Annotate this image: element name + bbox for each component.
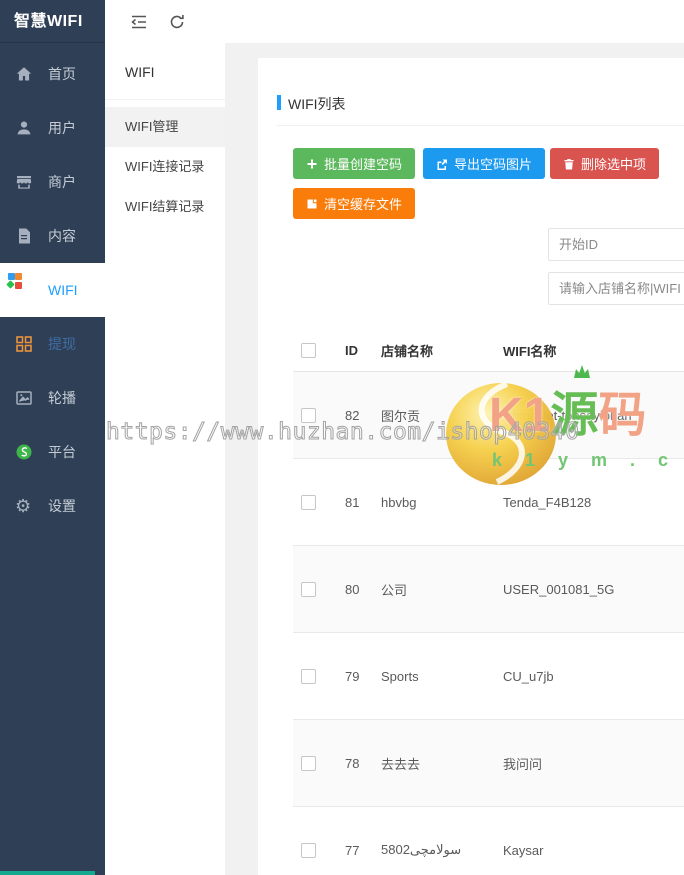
- row-shop-name: 公司: [381, 582, 408, 598]
- table-row: 80 公司 USER_001081_5G: [293, 546, 684, 633]
- column-header-id: ID: [345, 343, 358, 358]
- start-id-input[interactable]: [548, 228, 684, 261]
- sidebar-item-users[interactable]: 用户: [0, 101, 105, 155]
- export-images-button[interactable]: 导出空码图片: [423, 148, 546, 179]
- row-wifi-name: Tenda_F4B128: [503, 494, 592, 510]
- column-header-shop: 店铺名称: [381, 344, 434, 359]
- row-id: 81: [345, 494, 360, 510]
- submenu-item-wifi-connect-log[interactable]: WIFI连接记录: [105, 147, 225, 187]
- store-icon: [15, 173, 33, 191]
- column-header-wifi: WIFI名称: [503, 344, 557, 359]
- row-wifi-name: USER_001081_5G: [503, 581, 615, 597]
- document-icon: [15, 227, 33, 245]
- submenu-divider: [105, 99, 225, 100]
- sidebar: 智慧WIFI 首页 用户 商户 内容 WIFI 提现 轮播 平台 ⚙ 设置: [0, 0, 105, 875]
- table-row: 82 图尔贡 ChinaNet-tohsayiphan: [293, 372, 684, 459]
- row-id: 78: [345, 755, 360, 771]
- topbar: [105, 0, 684, 43]
- plus-icon: [307, 159, 317, 168]
- wifi-table: ID 店铺名称 WIFI名称 82 图尔贡 ChinaNet-tohsayiph…: [293, 330, 684, 875]
- sidebar-item-label: 首页: [48, 66, 76, 82]
- row-wifi-name: Kaysar: [503, 842, 544, 858]
- submenu-title: WIFI: [125, 64, 155, 80]
- title-divider: [277, 125, 684, 126]
- row-id: 77: [345, 842, 360, 858]
- table-row: 77 5802سولامچى Kaysar: [293, 807, 684, 875]
- sidebar-item-label: 平台: [48, 444, 76, 460]
- wifi-submenu: WIFI WIFI管理 WIFI连接记录 WIFI结算记录: [105, 0, 225, 875]
- sidebar-item-platform[interactable]: 平台: [0, 425, 105, 479]
- row-shop-name: hbvbg: [381, 494, 417, 510]
- row-checkbox[interactable]: [301, 842, 316, 858]
- shop-wifi-search-input[interactable]: [548, 272, 684, 305]
- row-id: 79: [345, 668, 360, 684]
- refresh-icon[interactable]: [167, 12, 187, 32]
- sidebar-item-content[interactable]: 内容: [0, 209, 105, 263]
- row-shop-name: 5802سولامچى: [381, 842, 462, 857]
- sidebar-item-label: 设置: [48, 498, 76, 514]
- select-all-checkbox[interactable]: [301, 343, 316, 358]
- delete-selected-button[interactable]: 删除选中项: [550, 148, 660, 179]
- row-checkbox[interactable]: [301, 407, 316, 423]
- sidebar-item-label: 内容: [48, 228, 76, 244]
- platform-icon: [15, 443, 33, 461]
- export-images-label: 导出空码图片: [454, 157, 533, 172]
- sidebar-item-label: WIFI: [48, 282, 78, 298]
- wifi-list-card: WIFI列表 批量创建空码 导出空码图片 删除选中项 清空缓存文件 ID 店铺名…: [258, 58, 684, 875]
- row-shop-name: 去去去: [381, 756, 421, 772]
- bottom-accent-strip: [0, 871, 95, 875]
- batch-create-button[interactable]: 批量创建空码: [293, 148, 416, 179]
- user-icon: [15, 119, 33, 137]
- table-header-row: ID 店铺名称 WIFI名称: [293, 330, 684, 372]
- sidebar-item-label: 轮播: [48, 390, 76, 406]
- settings-gear-icon: ⚙: [15, 496, 32, 516]
- row-wifi-name: 我问问: [503, 756, 543, 772]
- row-wifi-name: ChinaNet-tohsayiphan: [503, 407, 632, 423]
- row-checkbox[interactable]: [301, 668, 316, 684]
- row-checkbox[interactable]: [301, 494, 316, 510]
- sidebar-item-label: 商户: [48, 174, 76, 190]
- wifi-app-icon: [6, 273, 33, 299]
- clear-cache-icon: [307, 199, 317, 208]
- trash-icon: [564, 158, 574, 169]
- row-id: 82: [345, 407, 360, 423]
- sidebar-item-label: 用户: [48, 120, 76, 136]
- batch-create-label: 批量创建空码: [324, 157, 403, 172]
- export-icon: [437, 159, 447, 170]
- app-logo: 智慧WIFI: [0, 0, 105, 43]
- submenu-item-wifi-settle-log[interactable]: WIFI结算记录: [105, 187, 225, 227]
- row-shop-name: 图尔贡: [381, 408, 421, 424]
- submenu-item-wifi-manage[interactable]: WIFI管理: [105, 107, 225, 147]
- row-shop-name: Sports: [381, 668, 419, 684]
- clear-cache-button[interactable]: 清空缓存文件: [293, 188, 416, 219]
- sidebar-item-wifi[interactable]: WIFI: [0, 263, 105, 317]
- table-row: 78 去去去 我问问: [293, 720, 684, 807]
- sidebar-item-carousel[interactable]: 轮播: [0, 371, 105, 425]
- clear-cache-label: 清空缓存文件: [324, 197, 403, 212]
- page-title: WIFI列表: [288, 96, 346, 112]
- row-wifi-name: CU_u7jb: [503, 668, 554, 684]
- sidebar-item-withdraw[interactable]: 提现: [0, 317, 105, 371]
- sidebar-item-label: 提现: [48, 336, 76, 352]
- delete-selected-label: 删除选中项: [581, 157, 647, 172]
- collapse-menu-icon[interactable]: [129, 12, 149, 32]
- row-id: 80: [345, 581, 360, 597]
- row-checkbox[interactable]: [301, 755, 316, 771]
- home-icon: [15, 65, 33, 83]
- carousel-image-icon: [15, 389, 33, 407]
- sidebar-item-merchants[interactable]: 商户: [0, 155, 105, 209]
- title-accent-bar: [277, 95, 281, 110]
- withdraw-grid-icon: [15, 335, 33, 353]
- table-row: 81 hbvbg Tenda_F4B128: [293, 459, 684, 546]
- sidebar-item-home[interactable]: 首页: [0, 47, 105, 101]
- row-checkbox[interactable]: [301, 581, 316, 597]
- table-row: 79 Sports CU_u7jb: [293, 633, 684, 720]
- sidebar-item-settings[interactable]: ⚙ 设置: [0, 479, 105, 533]
